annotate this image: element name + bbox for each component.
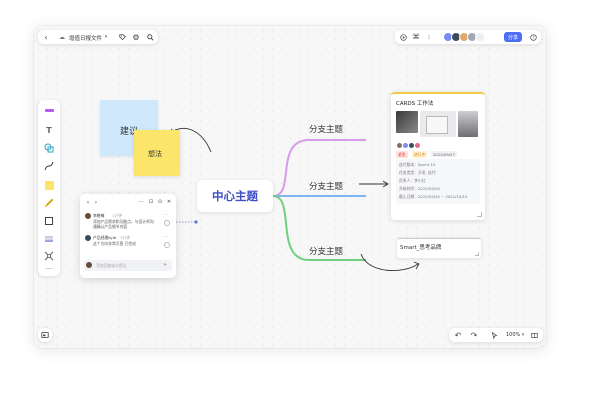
resize-handle-icon[interactable] xyxy=(477,212,482,217)
avatar xyxy=(84,234,92,242)
card-title: CARDS 工作法 xyxy=(396,101,434,107)
more-icon[interactable]: ··· xyxy=(136,197,146,207)
comment-author: 产品经理Kyle xyxy=(93,234,117,240)
reply-input[interactable]: 添加回复或@提及 ➤ xyxy=(84,260,172,271)
mindmap-center-node[interactable]: 中心主题 xyxy=(197,180,273,212)
resize-handle-icon[interactable] xyxy=(475,252,479,256)
mindmap-branch-node[interactable]: 分支主题 xyxy=(309,180,343,192)
cursor-icon[interactable] xyxy=(489,330,499,340)
resolve-icon[interactable] xyxy=(164,242,170,248)
mindmap-branch-node[interactable]: 分支主题 xyxy=(309,123,343,135)
card-field: 开始时间：2022/09/20 xyxy=(399,186,440,191)
avatar xyxy=(84,212,92,220)
comment-more-icon[interactable]: ··· xyxy=(164,234,168,239)
avatar xyxy=(86,262,92,268)
comment-time: 3分钟 xyxy=(120,234,131,240)
bottom-right-controls: ↶ ↷ 100% ▾ xyxy=(449,328,543,342)
card-image-notebook xyxy=(396,111,418,133)
comment-more-icon[interactable]: ··· xyxy=(164,212,168,217)
sticky-note-yellow[interactable]: 想法 xyxy=(134,130,180,176)
chevron-down-icon[interactable]: ▾ xyxy=(518,330,528,340)
page-illustration xyxy=(426,116,448,134)
tag-date[interactable]: 2022/09/27 xyxy=(431,151,457,157)
smart-box-title: Smart_思考品牌 xyxy=(400,245,442,251)
close-icon[interactable]: ✕ xyxy=(164,197,174,207)
smart-text-box[interactable]: Smart_思考品牌 xyxy=(397,238,481,258)
sticky-note-text: 想法 xyxy=(148,150,162,158)
cards-method-card[interactable]: CARDS 工作法 紧急 进行中 2022/09/27 迭代版本：Sprint … xyxy=(391,92,485,220)
tag-urgent[interactable]: 紧急 xyxy=(396,151,408,158)
fit-screen-icon[interactable] xyxy=(529,330,539,340)
reply-placeholder: 添加回复或@提及 xyxy=(96,263,127,268)
mindmap-branch-node[interactable]: 分支主题 xyxy=(309,245,343,257)
comment-time: 1分钟 xyxy=(112,212,123,218)
comment-text: 这个方向非常可靠 已完成 xyxy=(93,241,136,246)
send-icon[interactable]: ➤ xyxy=(163,262,167,268)
minimap-button[interactable] xyxy=(38,328,52,342)
avatar xyxy=(414,142,421,149)
card-field: 截止日期：2022/09/30 ~ 2022/10/10 xyxy=(399,194,468,199)
comment-author: 李晓梅 xyxy=(93,212,105,218)
minimap-icon xyxy=(40,330,50,340)
comment-text: 添加产品需求和功能点，与设计师沟通确认产品细节内容 xyxy=(93,219,154,229)
redo-icon[interactable]: ↷ xyxy=(469,330,479,340)
card-field: 迭代版本：Sprint 10 xyxy=(399,162,436,167)
card-field: 负责人：李小红 xyxy=(399,178,426,183)
card-fields-panel: 迭代版本：Sprint 10 任务类型：开发, 迭代 负责人：李小红 开始时间：… xyxy=(396,159,480,204)
app-window: ‹ ☁ 增值日报文件 ▾ ⚙ ⌘ ⁝ 分享 ? T ··· 建议 想法 ‹ › … xyxy=(34,26,546,348)
tag-in-progress[interactable]: 进行中 xyxy=(412,151,428,158)
resolve-icon[interactable] xyxy=(164,220,170,226)
comment-panel: ‹ › ··· ⊡ ⊙ ✕ 李晓梅 1分钟 ··· 添加产品需求和功能点，与设计… xyxy=(80,194,176,278)
card-image-dark xyxy=(458,111,478,137)
chevron-right-icon[interactable]: › xyxy=(91,197,101,207)
card-field: 任务类型：开发, 迭代 xyxy=(399,170,436,175)
card-image-page xyxy=(420,111,456,137)
undo-icon[interactable]: ↶ xyxy=(453,330,463,340)
